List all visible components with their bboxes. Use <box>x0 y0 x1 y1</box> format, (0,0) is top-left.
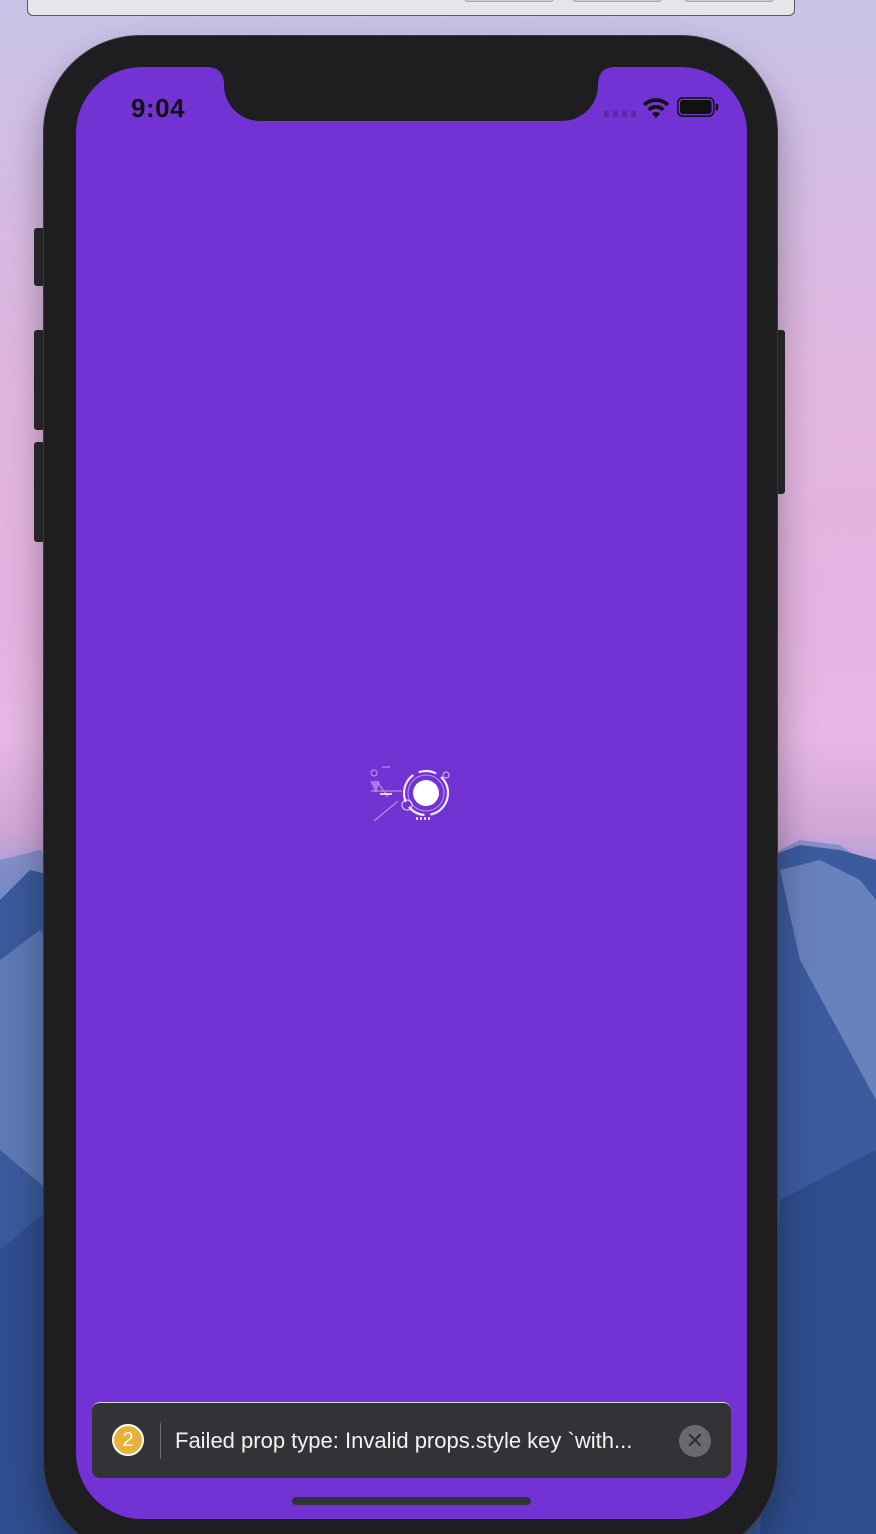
dismiss-button[interactable]: ✕ <box>679 1425 711 1457</box>
notch <box>210 67 612 121</box>
battery-icon <box>677 97 719 117</box>
toolbar-button[interactable] <box>572 0 662 2</box>
simulator-toolbar <box>27 0 795 16</box>
loading-spinner-icon <box>370 766 450 822</box>
warning-count-badge: 2 <box>112 1424 144 1456</box>
warning-message[interactable]: Failed prop type: Invalid props.style ke… <box>175 1427 675 1455</box>
cellular-signal-icon <box>604 111 636 117</box>
warning-toast[interactable]: 2 Failed prop type: Invalid props.style … <box>92 1402 731 1478</box>
close-icon: ✕ <box>685 1428 705 1453</box>
toolbar-button[interactable] <box>464 0 554 2</box>
app-screen: 9:04 2 Failed prop type: Invalid props.s… <box>76 67 747 1519</box>
divider <box>160 1423 161 1459</box>
toolbar-button[interactable] <box>684 0 774 2</box>
wifi-icon <box>643 98 669 118</box>
home-indicator[interactable] <box>292 1497 531 1505</box>
status-time: 9:04 <box>131 93 186 123</box>
